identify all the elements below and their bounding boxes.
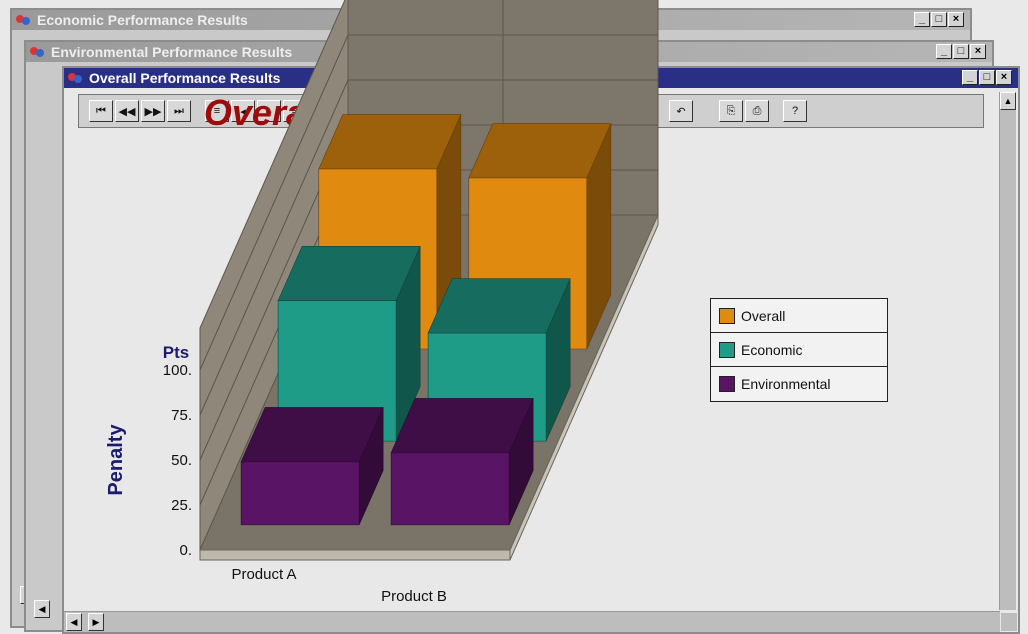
chart-legend: Overall Economic Environmental: [710, 298, 888, 402]
app-icon: [30, 45, 46, 59]
rotate-chart-button[interactable]: ↶: [669, 100, 693, 122]
scroll-up-arrow[interactable]: ▲: [1000, 92, 1016, 110]
minimize-button[interactable]: _: [936, 44, 952, 59]
horizontal-scrollbar[interactable]: ◀ ▶: [64, 611, 1000, 632]
legend-label: Overall: [741, 307, 786, 324]
minimize-button[interactable]: _: [914, 12, 930, 27]
environmental-window-title: Environmental Performance Results: [51, 44, 293, 60]
maximize-button[interactable]: □: [931, 12, 947, 27]
help-button[interactable]: ?: [783, 100, 807, 122]
first-record-button[interactable]: ⏮: [89, 100, 113, 122]
chart-3d-options-button[interactable]: ▧: [605, 100, 629, 122]
scroll-left-arrow[interactable]: ◀: [66, 613, 82, 631]
minimize-button[interactable]: _: [962, 70, 978, 85]
app-icon: [68, 71, 84, 85]
previous-record-button[interactable]: ◀◀: [115, 100, 139, 122]
legend-item-overall: Overall: [711, 299, 887, 333]
close-button[interactable]: ×: [996, 70, 1012, 85]
chart-gallery-button[interactable]: ▦: [631, 100, 655, 122]
economic-window-titlebar[interactable]: Economic Performance Results _ □ ×: [12, 10, 970, 30]
chart-title: Overall Performance: [203, 92, 557, 133]
close-button[interactable]: ×: [970, 44, 986, 59]
vertical-scrollbar[interactable]: ▲: [999, 92, 1016, 610]
legend-swatch-economic: [719, 341, 735, 358]
overall-window-titlebar[interactable]: Overall Performance Results _ □ ×: [64, 68, 1018, 88]
app-icon: [16, 13, 32, 27]
environmental-window-titlebar[interactable]: Environmental Performance Results _ □ ×: [26, 42, 992, 62]
legend-item-environmental: Environmental: [711, 367, 887, 401]
maximize-button[interactable]: □: [979, 70, 995, 85]
legend-swatch-environmental: [719, 376, 735, 392]
maximize-button[interactable]: □: [953, 44, 969, 59]
legend-label: Environmental: [741, 376, 831, 392]
legend-swatch-overall: [719, 307, 735, 324]
scroll-right-arrow[interactable]: ▶: [88, 613, 104, 631]
print-button[interactable]: ⎙: [745, 100, 769, 122]
close-button[interactable]: ×: [948, 12, 964, 27]
overall-window-title: Overall Performance Results: [89, 70, 281, 86]
legend-label: Economic: [741, 341, 803, 358]
scroll-left-arrow[interactable]: ◀: [34, 600, 50, 618]
legend-item-economic: Economic: [711, 333, 887, 367]
economic-window-title: Economic Performance Results: [37, 12, 248, 28]
size-grip-icon[interactable]: [1001, 613, 1017, 631]
copy-button[interactable]: ⎘: [719, 100, 743, 122]
